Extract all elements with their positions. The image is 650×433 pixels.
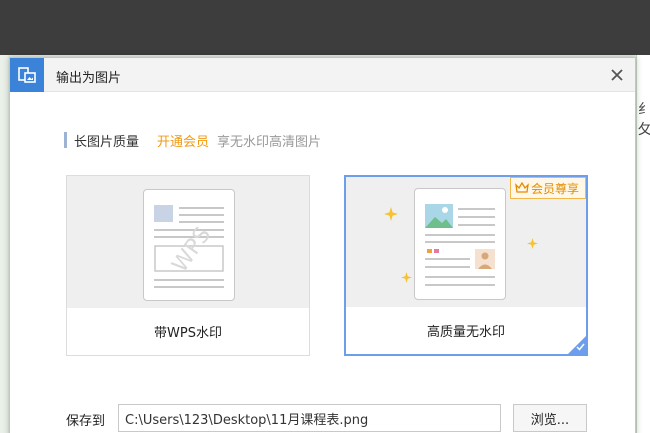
section-marker	[64, 132, 67, 148]
option-with-watermark[interactable]: WPS 带WPS水印	[66, 175, 310, 356]
export-image-icon	[10, 58, 44, 92]
background-sheet-edge	[0, 55, 8, 433]
high-quality-preview: 会员尊享	[346, 177, 586, 310]
checkmark-icon	[576, 343, 585, 351]
open-membership-link[interactable]: 开通会员	[157, 131, 209, 150]
document-thumbnail: WPS	[143, 189, 235, 301]
save-path-input[interactable]	[118, 404, 501, 432]
save-to-label: 保存到	[66, 414, 106, 429]
option-label: 高质量无水印	[346, 307, 586, 354]
watermark-preview: WPS	[67, 176, 309, 309]
sparkle-icon	[384, 207, 398, 221]
dialog-title: 输出为图片	[56, 71, 122, 86]
background-partial-text: 纟攵	[638, 102, 650, 138]
dialog-titlebar: 输出为图片	[10, 58, 635, 92]
option-high-quality[interactable]: 会员尊享 高质量无水印	[344, 175, 588, 356]
sparkle-icon	[527, 238, 538, 249]
background-app-toolbar	[0, 0, 650, 55]
export-image-dialog: 输出为图片 长图片质量 开通会员 享无水印高清图片 WPS 带WPS水印 会员尊…	[9, 57, 636, 433]
vip-badge: 会员尊享	[509, 177, 586, 199]
option-label: 带WPS水印	[67, 308, 309, 355]
close-icon	[611, 69, 623, 81]
sparkle-icon	[401, 272, 412, 283]
membership-benefit-text: 享无水印高清图片	[217, 135, 322, 150]
browse-button[interactable]: 浏览...	[513, 404, 587, 432]
selected-indicator	[568, 336, 586, 354]
document-thumbnail	[414, 188, 506, 300]
vip-badge-label: 会员尊享	[530, 181, 579, 196]
crown-icon	[515, 182, 529, 193]
close-button[interactable]	[605, 63, 629, 87]
quality-section-title: 长图片质量	[74, 135, 140, 150]
